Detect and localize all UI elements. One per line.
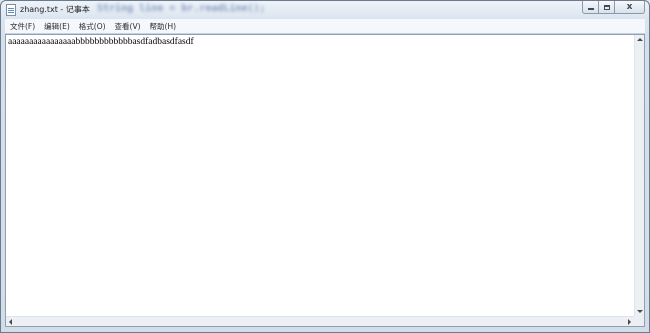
close-icon: x <box>626 1 633 12</box>
notepad-icon[interactable] <box>6 4 16 16</box>
close-button[interactable]: x <box>615 1 645 14</box>
title-bar[interactable]: zhang.txt - 记事本 String line = br.readLin… <box>1 1 649 18</box>
menu-view[interactable]: 查看(V) <box>110 21 145 32</box>
notepad-window: zhang.txt - 记事本 String line = br.readLin… <box>0 0 650 333</box>
horizontal-scrollbar[interactable] <box>6 316 634 326</box>
scroll-down-icon[interactable] <box>637 310 643 313</box>
menu-bar: 文件(F) 编辑(E) 格式(O) 查看(V) 帮助(H) <box>5 19 645 34</box>
window-title: zhang.txt - 记事本 <box>20 5 90 14</box>
scroll-up-icon[interactable] <box>637 38 643 41</box>
maximize-icon <box>603 4 610 10</box>
background-code-text: String line = br.readLine(); <box>97 3 266 14</box>
minimize-button[interactable] <box>582 1 599 14</box>
scroll-right-icon[interactable] <box>628 319 631 325</box>
vertical-scrollbar[interactable] <box>634 35 644 316</box>
minimize-icon <box>587 8 594 10</box>
scrollbar-corner <box>634 316 644 326</box>
menu-edit[interactable]: 编辑(E) <box>39 21 74 32</box>
editor-content[interactable]: aaaaaaaaaaaaaaaabbbbbbbbbbbbasdfadbasdfa… <box>8 37 633 315</box>
scroll-left-icon[interactable] <box>9 319 12 325</box>
text-editor[interactable]: aaaaaaaaaaaaaaaabbbbbbbbbbbbasdfadbasdfa… <box>5 34 645 327</box>
caption-buttons: x <box>582 1 645 14</box>
maximize-button[interactable] <box>599 1 615 14</box>
menu-file[interactable]: 文件(F) <box>5 21 39 32</box>
menu-format[interactable]: 格式(O) <box>74 21 110 32</box>
menu-help[interactable]: 帮助(H) <box>145 21 181 32</box>
